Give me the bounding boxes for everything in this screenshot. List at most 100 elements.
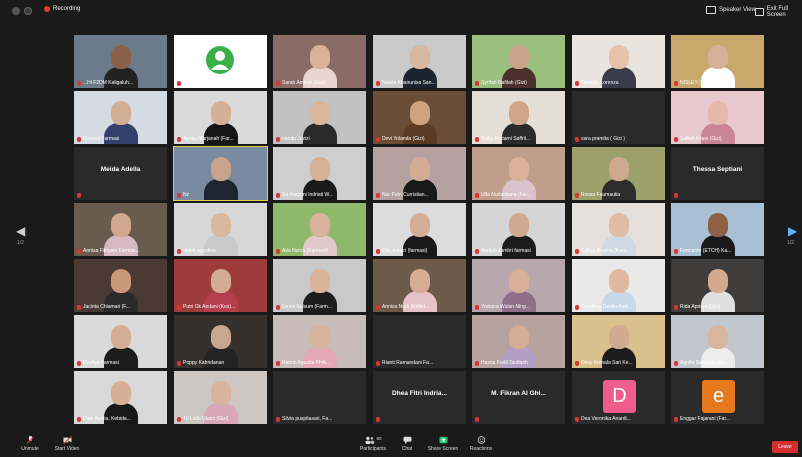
participant-tile[interactable]: Aprilia Marjanah (Far... xyxy=(174,91,267,144)
participant-tile[interactable]: Fenanty Lorenza xyxy=(572,35,665,88)
muted-mic-icon xyxy=(376,248,380,254)
participant-tile[interactable]: Rezilya Farmasi xyxy=(74,315,167,368)
participant-tile[interactable]: Sri Haryuni Indriati W... xyxy=(273,147,366,200)
unmute-button[interactable]: Unmute xyxy=(18,436,42,452)
participant-name: nanda Jazizi xyxy=(282,136,310,142)
exit-fullscreen-button[interactable]: Exit Full Screen xyxy=(755,6,802,18)
participant-head xyxy=(509,45,529,69)
participant-tile[interactable]: Ulfa Nurlaidiana (Far... xyxy=(472,147,565,200)
participant-name: Rosanti Farmasi xyxy=(83,136,120,142)
prev-page-arrow-icon[interactable]: ◀ xyxy=(16,224,25,238)
participant-tile[interactable]: Cahya Regina (Kant... xyxy=(572,203,665,256)
participant-head xyxy=(410,213,430,237)
participant-name-label: Ulfa Nurlaidiana (Far... xyxy=(475,192,531,198)
reactions-button[interactable]: Reactions xyxy=(468,436,494,452)
participant-name: Devi Yolanda (Gizi) xyxy=(382,136,425,142)
muted-mic-icon xyxy=(276,136,280,142)
participant-head xyxy=(111,45,131,69)
participant-body xyxy=(204,179,238,200)
muted-mic-icon xyxy=(77,248,81,254)
share-screen-button[interactable]: Share Screen xyxy=(427,436,459,452)
muted-mic-icon xyxy=(575,136,579,142)
participant-tile[interactable]: Syrifah Nafilah (Gizi) xyxy=(472,35,565,88)
participant-tile[interactable]: Diah Aprilia, Kebida... xyxy=(74,371,167,424)
participant-tile[interactable]: Silvia puspitasari, Fa... xyxy=(273,371,366,424)
participant-tile[interactable]: Dhea Fitri Indria... xyxy=(373,371,466,424)
participant-tile[interactable]: Aita Nurva (Farmasi) xyxy=(273,203,366,256)
participant-tile[interactable]: Annisa Fitriyani Farmas... xyxy=(74,203,167,256)
participant-tile[interactable]: Rianti Ramandani Fa... xyxy=(373,315,466,368)
participant-tile[interactable]: Nur Putri Curristian... xyxy=(373,147,466,200)
participant-display-name: Meida Adella xyxy=(100,166,141,173)
speaker-view-button[interactable]: Speaker View xyxy=(706,6,756,14)
participant-tile[interactable]: Ummi Kalsum (Farm... xyxy=(273,259,366,312)
participant-tile[interactable]: Rizky Pratami Saffril... xyxy=(472,91,565,144)
participant-name: Agnita Salsyafiq Ka... xyxy=(680,360,728,366)
participant-tile[interactable]: Annisa Nurti (Kebid... xyxy=(373,259,466,312)
unmute-label: Unmute xyxy=(21,446,39,452)
participant-tile[interactable]: M. Fikran Al Ghi... xyxy=(472,371,565,424)
speaker-view-label: Speaker View xyxy=(719,7,756,13)
participant-name-label: Rizky Pratami Saffril... xyxy=(475,136,530,142)
participant-tile[interactable]: Dita Ashari (farmasi) xyxy=(373,203,466,256)
participant-tile[interactable]: Tri Lalbi Utami (Gizi) xyxy=(174,371,267,424)
participant-tile[interactable]: nanda Jazizi xyxy=(273,91,366,144)
participant-name: Diah Aprilia, Kebida... xyxy=(83,416,131,422)
participant-tile[interactable]: Devi Yolanda (Gizi) xyxy=(373,91,466,144)
participant-tile[interactable]: NISLEY (Gizi) xyxy=(671,35,764,88)
participant-tile[interactable]: Sarah Amirah (Gizi) xyxy=(273,35,366,88)
participant-name: Nabila Khairunisa San... xyxy=(382,80,436,86)
participant-tile[interactable]: Putri Ok Andani (Kes)... xyxy=(174,259,267,312)
participant-tile[interactable]: Rosanti Farmasi xyxy=(74,91,167,144)
participant-tile[interactable]: Poppy Kabridanan xyxy=(174,315,267,368)
participant-name: Silvia puspitasari, Fa... xyxy=(282,416,333,422)
participant-head xyxy=(410,157,430,181)
participant-name-label: Sarah Amirah (Gizi) xyxy=(276,80,326,86)
participant-name-label xyxy=(77,193,81,198)
muted-mic-icon xyxy=(376,417,380,422)
participant-tile[interactable]: Meida Adella xyxy=(74,147,167,200)
participant-name-label: Sri Haryuni Indriati W... xyxy=(276,192,333,198)
participant-name-label: ...Hi F2DM Kaligaluh... xyxy=(77,80,133,86)
participant-tile[interactable]: Nandhea Destia Kebi... xyxy=(572,259,665,312)
participant-tile[interactable]: Thessa Septiani xyxy=(671,147,764,200)
start-video-button[interactable]: Start Video xyxy=(54,436,80,452)
participant-tile[interactable]: Jacinta Chiamari (F... xyxy=(74,259,167,312)
participant-tile[interactable]: Saffah Ariani (Gizi) xyxy=(671,91,764,144)
participant-name-label: Aita Nurva (Farmasi) xyxy=(276,248,328,254)
participant-name: Nur Putri Curristian... xyxy=(382,192,429,198)
microphone-muted-icon xyxy=(26,436,34,444)
participant-tile[interactable]: sara pramita ( Gizi ) xyxy=(572,91,665,144)
participant-tile[interactable]: D Dea Veronika Anardi... xyxy=(572,371,665,424)
participant-tile[interactable]: Rahmi Agustia PHA... xyxy=(273,315,366,368)
participant-tile[interactable]: Agnita Salsyafiq Ka... xyxy=(671,315,764,368)
participant-head xyxy=(609,213,629,237)
security-shield-icon[interactable] xyxy=(24,7,32,15)
participant-tile[interactable]: e Enggar Fajarani (Far... xyxy=(671,371,764,424)
participant-tile[interactable]: Rossa Faumautia xyxy=(572,147,665,200)
participant-tile[interactable]: Adeyat Emerson xyxy=(174,35,267,88)
participant-tile[interactable]: Hasna Fadil Taufiqoh xyxy=(472,315,565,368)
participant-tile[interactable]: Nz xyxy=(173,146,268,201)
leave-meeting-button[interactable]: Leave xyxy=(772,441,798,453)
speaker-view-icon xyxy=(706,6,716,14)
chat-button[interactable]: Chat xyxy=(398,436,416,452)
participant-name-label: Dea Veronika Anardi... xyxy=(575,416,631,422)
participant-tile[interactable]: Nabila Khairunisa San... xyxy=(373,35,466,88)
participant-tile[interactable]: Desy Komala Sari Ke... xyxy=(572,315,665,368)
participant-head xyxy=(509,101,529,125)
participant-head xyxy=(410,101,430,125)
participant-tile[interactable]: debrit agustina xyxy=(174,203,267,256)
participant-tile[interactable]: Yosiana Wulan Ning... xyxy=(472,259,565,312)
participant-name: Fenanty Lorenza xyxy=(581,80,619,86)
participant-tile[interactable]: Fermanto (ETCH) Ka... xyxy=(671,203,764,256)
participant-tile[interactable]: Rida Apriani (Gizi) xyxy=(671,259,764,312)
share-screen-label: Share Screen xyxy=(427,446,459,452)
participant-tile[interactable]: Andjah Jamhri farmasi xyxy=(472,203,565,256)
participants-button[interactable]: 60 Participants xyxy=(358,436,388,452)
muted-mic-icon xyxy=(177,416,181,422)
muted-mic-icon xyxy=(77,80,81,86)
info-icon[interactable] xyxy=(12,7,20,15)
recording-label: Recording xyxy=(53,6,81,12)
participant-tile[interactable]: ...Hi F2DM Kaligaluh... xyxy=(74,35,167,88)
